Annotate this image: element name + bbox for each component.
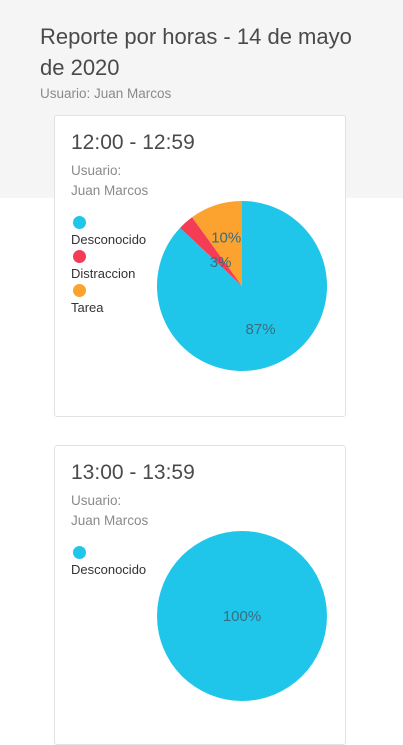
hour-report-card: 12:00 - 12:59 Usuario: Juan Marcos Desco… <box>54 115 346 417</box>
card-user-label: Usuario: <box>71 163 122 178</box>
hour-report-card: 13:00 - 13:59 Usuario: Juan Marcos Desco… <box>54 445 346 745</box>
legend-label: Desconocido <box>71 232 147 247</box>
page-user: Usuario: Juan Marcos <box>40 86 172 101</box>
card-user-name: Juan Marcos <box>71 513 149 528</box>
page-title: Reporte por horas - 14 de mayo de 2020 <box>40 24 352 80</box>
pie-label-desconocido: 100% <box>223 608 261 625</box>
legend-dot-tarea <box>73 284 86 297</box>
pie-chart: 87% 3% 10% <box>156 201 327 371</box>
card-time-range: 13:00 - 13:59 <box>71 461 195 484</box>
pie-label-desconocido: 87% <box>246 321 276 338</box>
legend-label: Desconocido <box>71 562 147 577</box>
card-user-name: Juan Marcos <box>71 183 149 198</box>
card-user-label: Usuario: <box>71 493 122 508</box>
report-header: Reporte por horas - 14 de mayo de 2020 U… <box>40 21 370 101</box>
legend-label: Distraccion <box>71 266 136 281</box>
legend-dot-desconocido <box>73 546 86 559</box>
pie-chart: 100% <box>157 531 327 701</box>
card-time-range: 12:00 - 12:59 <box>71 131 195 154</box>
legend-label: Tarea <box>71 300 104 315</box>
pie-label-distraccion: 3% <box>210 254 232 271</box>
legend-dot-desconocido <box>73 216 86 229</box>
legend-dot-distraccion <box>73 250 86 263</box>
pie-label-tarea: 10% <box>211 229 241 246</box>
